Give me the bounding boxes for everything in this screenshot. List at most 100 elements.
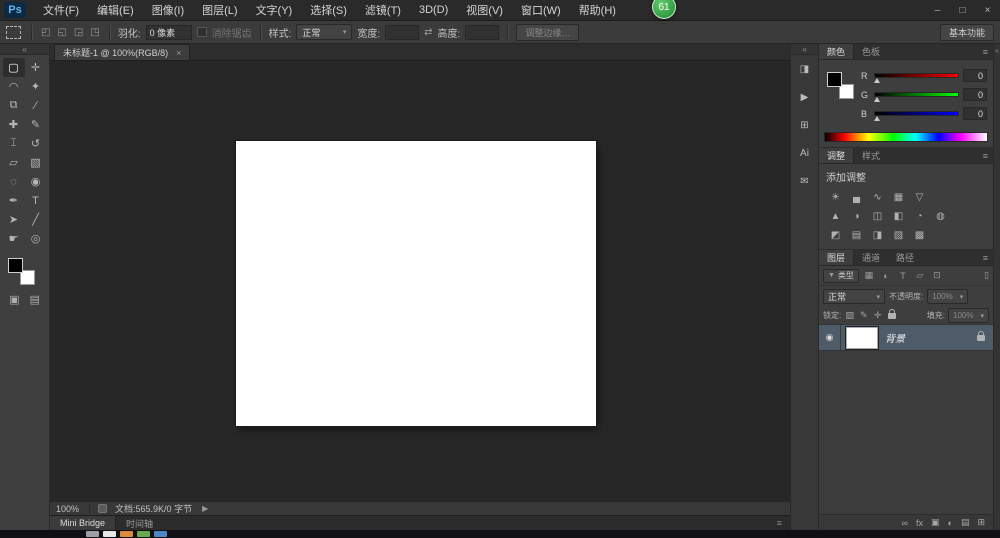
tab-layers[interactable]: 图层 (819, 250, 855, 265)
channel-mixer-icon[interactable]: ◍ (931, 208, 950, 224)
invert-icon[interactable]: ◩ (826, 227, 845, 243)
add-mask-icon[interactable]: ▣ (931, 517, 940, 528)
current-tool-icon[interactable] (6, 25, 21, 39)
intersect-selection-icon[interactable]: ◳ (89, 27, 100, 38)
character-panel-icon[interactable]: ⊞ (794, 114, 816, 136)
layer-name[interactable]: 背景 (885, 330, 975, 345)
expand-panels-icon[interactable]: « (791, 44, 818, 55)
menu-help[interactable]: 帮助(H) (570, 0, 625, 20)
green-value-field[interactable]: 0 (963, 88, 987, 101)
clone-stamp-tool-icon[interactable]: ⌶ (3, 134, 25, 153)
anti-alias-checkbox[interactable] (196, 27, 207, 37)
actions-panel-icon[interactable]: ▶ (794, 86, 816, 108)
taskbar-icon[interactable] (86, 531, 99, 537)
tab-timeline[interactable]: 时间轴 (116, 516, 163, 530)
layer-thumbnail[interactable] (846, 326, 878, 349)
maximize-button[interactable]: □ (950, 0, 975, 20)
opacity-select[interactable]: 100% ▾ (927, 289, 969, 304)
layer-row-background[interactable]: ◉ 背景 (819, 325, 993, 351)
blend-mode-select[interactable]: 正常 ▾ (823, 289, 885, 304)
threshold-icon[interactable]: ◨ (868, 227, 887, 243)
filter-smart-objects-icon[interactable]: ⊡ (930, 270, 944, 281)
add-selection-icon[interactable]: ◱ (56, 27, 67, 38)
curves-icon[interactable]: ∿ (868, 189, 887, 205)
menu-image[interactable]: 图像(I) (143, 0, 193, 20)
menu-3d[interactable]: 3D(D) (410, 0, 457, 20)
blue-slider[interactable] (874, 111, 959, 121)
photo-filter-icon[interactable]: ◔ (910, 208, 929, 224)
subtract-selection-icon[interactable]: ◲ (73, 27, 84, 38)
collapse-tools-icon[interactable]: « (0, 44, 49, 55)
line-tool-icon[interactable]: ╱ (25, 210, 47, 229)
taskbar-icon[interactable] (103, 531, 116, 537)
rectangular-marquee-tool-icon[interactable]: ▢ (2, 58, 25, 77)
brightness-contrast-icon[interactable]: ☀ (826, 189, 845, 205)
red-slider-handle[interactable] (874, 78, 880, 83)
blue-value-field[interactable]: 0 (963, 107, 987, 120)
tab-mini-bridge[interactable]: Mini Bridge (50, 516, 117, 530)
new-adjustment-layer-icon[interactable]: ◐ (948, 518, 953, 528)
red-slider[interactable] (874, 73, 959, 83)
tab-paths[interactable]: 路径 (888, 250, 922, 265)
lock-pixels-icon[interactable]: ✎ (858, 310, 869, 321)
gradient-map-icon[interactable]: ▧ (889, 227, 908, 243)
new-group-icon[interactable]: ▤ (961, 517, 970, 528)
style-select[interactable]: 正常 ▾ (296, 24, 353, 40)
hand-tool-icon[interactable]: ☛ (3, 229, 25, 248)
document-tab[interactable]: 未标题-1 @ 100%(RGB/8) × (54, 44, 191, 60)
filter-shape-layers-icon[interactable]: ▱ (913, 270, 927, 281)
menu-select[interactable]: 选择(S) (301, 0, 356, 20)
black-white-icon[interactable]: ◧ (889, 208, 908, 224)
history-brush-tool-icon[interactable]: ↺ (25, 134, 47, 153)
tab-color[interactable]: 颜色 (819, 44, 855, 59)
illustrator-panel-icon[interactable]: Ai (794, 142, 816, 164)
color-spectrum-ramp[interactable] (824, 132, 988, 142)
minimize-button[interactable]: – (925, 0, 950, 20)
quick-selection-tool-icon[interactable]: ✦ (25, 77, 47, 96)
filter-toggle-icon[interactable]: ▯ (984, 270, 989, 281)
exposure-icon[interactable]: ▦ (889, 189, 908, 205)
tab-channels[interactable]: 通道 (854, 250, 888, 265)
eyedropper-tool-icon[interactable]: ∕ (25, 96, 47, 115)
collapse-dock-icon[interactable]: « (995, 48, 999, 530)
refine-edge-button[interactable]: 调整边缘… (516, 23, 580, 41)
tab-adjustments[interactable]: 调整 (819, 148, 855, 163)
lock-transparency-icon[interactable]: ▨ (844, 310, 855, 321)
histogram-panel-icon[interactable]: ◨ (794, 58, 816, 80)
color-panel-menu-icon[interactable]: ≡ (978, 44, 993, 59)
crop-tool-icon[interactable]: ⧉ (3, 96, 25, 115)
filter-pixel-layers-icon[interactable]: ▦ (862, 270, 876, 281)
menu-filter[interactable]: 滤镜(T) (356, 0, 410, 20)
posterize-icon[interactable]: ▤ (847, 227, 866, 243)
menu-type[interactable]: 文字(Y) (247, 0, 302, 20)
type-tool-icon[interactable]: T (25, 191, 47, 210)
swap-dimensions-icon[interactable]: ⇄ (424, 27, 432, 38)
tab-styles[interactable]: 样式 (854, 148, 888, 163)
green-slider[interactable] (874, 92, 959, 102)
layers-panel-menu-icon[interactable]: ≡ (978, 250, 993, 265)
menu-file[interactable]: 文件(F) (34, 0, 88, 20)
dodge-tool-icon[interactable]: ◉ (25, 172, 47, 191)
levels-icon[interactable]: ▄ (847, 189, 866, 205)
tab-swatches[interactable]: 色板 (854, 44, 888, 59)
taskbar-icon[interactable] (120, 531, 133, 537)
adjustments-panel-menu-icon[interactable]: ≡ (978, 148, 993, 163)
path-selection-tool-icon[interactable]: ➤ (3, 210, 25, 229)
new-layer-icon[interactable]: ⊞ (977, 517, 985, 528)
bottom-bar-menu-icon[interactable]: ≡ (769, 518, 790, 528)
gradient-tool-icon[interactable]: ▧ (25, 153, 47, 172)
selective-color-icon[interactable]: ▩ (910, 227, 929, 243)
vibrance-icon[interactable]: ▲ (826, 208, 845, 224)
fill-select[interactable]: 100% ▾ (948, 308, 989, 323)
adjustment-more-icon[interactable]: ▽ (910, 189, 929, 205)
lock-position-icon[interactable]: ✛ (872, 310, 883, 321)
filter-type-layers-icon[interactable]: T (896, 271, 910, 281)
close-button[interactable]: × (975, 0, 1000, 20)
link-layers-icon[interactable]: ∞ (902, 518, 908, 528)
quick-mask-icon[interactable]: ▣ (9, 293, 19, 306)
feather-input[interactable] (145, 24, 192, 40)
color-balance-icon[interactable]: ◫ (868, 208, 887, 224)
document-canvas[interactable] (236, 141, 596, 426)
workspace-switcher[interactable]: 基本功能 (939, 23, 994, 41)
move-tool-icon[interactable]: ✛ (25, 58, 47, 77)
